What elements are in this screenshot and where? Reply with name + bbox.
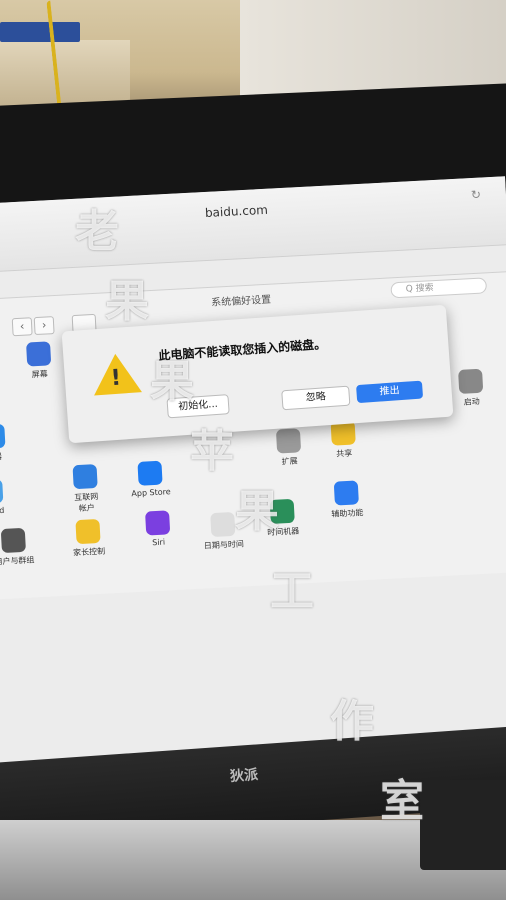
pref-item[interactable]: Siri	[122, 509, 194, 549]
initialize-button[interactable]: 初始化...	[166, 394, 230, 419]
pref-item[interactable]: 辅助功能	[311, 479, 383, 521]
pref-item-icon	[210, 511, 236, 538]
pref-item-label: 屏幕	[31, 369, 48, 380]
pref-item[interactable]: iCloud	[0, 478, 27, 518]
alert-message: 此电脑不能读取您插入的磁盘。	[158, 337, 327, 363]
background-blue-box	[0, 22, 80, 42]
pref-item[interactable]: 家长控制	[52, 518, 124, 560]
pref-item-icon	[458, 368, 484, 394]
pref-item-icon	[145, 510, 171, 536]
pref-item-icon	[75, 518, 101, 545]
pref-item[interactable]: 互联网 帐户	[50, 463, 122, 516]
pref-item-label: 互联网 帐户	[73, 491, 99, 514]
pref-item-icon	[0, 423, 6, 450]
pref-item-label: iCloud	[0, 505, 5, 517]
pref-item[interactable]: 时间机器	[247, 498, 319, 540]
monitor-brand: 狄派	[229, 767, 259, 785]
pref-item-icon	[72, 464, 98, 490]
pref-item-label: 共享	[336, 448, 353, 459]
pref-item-label: Siri	[152, 537, 166, 548]
ignore-button[interactable]: 忽略	[281, 385, 351, 411]
pref-item[interactable]: 示器	[0, 423, 29, 465]
pref-item-icon	[26, 341, 52, 367]
search-input[interactable]: Q 搜索	[390, 277, 488, 299]
warning-exclamation: !	[110, 365, 122, 392]
pref-item-label: 辅助功能	[331, 508, 364, 519]
eject-button[interactable]: 推出	[356, 380, 424, 404]
back-button[interactable]: ‹	[11, 317, 33, 337]
pref-item-label: App Store	[131, 487, 171, 499]
pref-item-label: 用户与群组	[0, 555, 35, 567]
pref-item-label: 时间机器	[267, 526, 300, 538]
pref-item-label: 示器	[0, 451, 3, 462]
pref-item-label: 日期与时间	[203, 539, 245, 551]
reload-icon[interactable]: ↻	[471, 188, 482, 203]
pref-item-icon	[333, 480, 359, 506]
pref-item-label: 家长控制	[72, 546, 106, 558]
pref-item-icon	[0, 527, 26, 554]
pref-item[interactable]: App Store	[114, 459, 186, 499]
pref-item-label: 启动	[463, 396, 480, 407]
computer-fan	[420, 780, 506, 870]
pref-item-icon	[137, 460, 163, 486]
pref-item-icon	[0, 478, 4, 505]
pref-item-label: 扩展	[281, 456, 298, 467]
pref-item[interactable]: 用户与群组	[0, 527, 50, 569]
monitor-screen: baidu.com ↻ 系统偏好设置 ‹ › Q 搜索 屏幕 示器 iCloud 互联…	[0, 176, 506, 764]
pref-item-icon	[275, 428, 302, 454]
pref-item-icon	[269, 498, 295, 524]
forward-button[interactable]: ›	[33, 316, 55, 336]
